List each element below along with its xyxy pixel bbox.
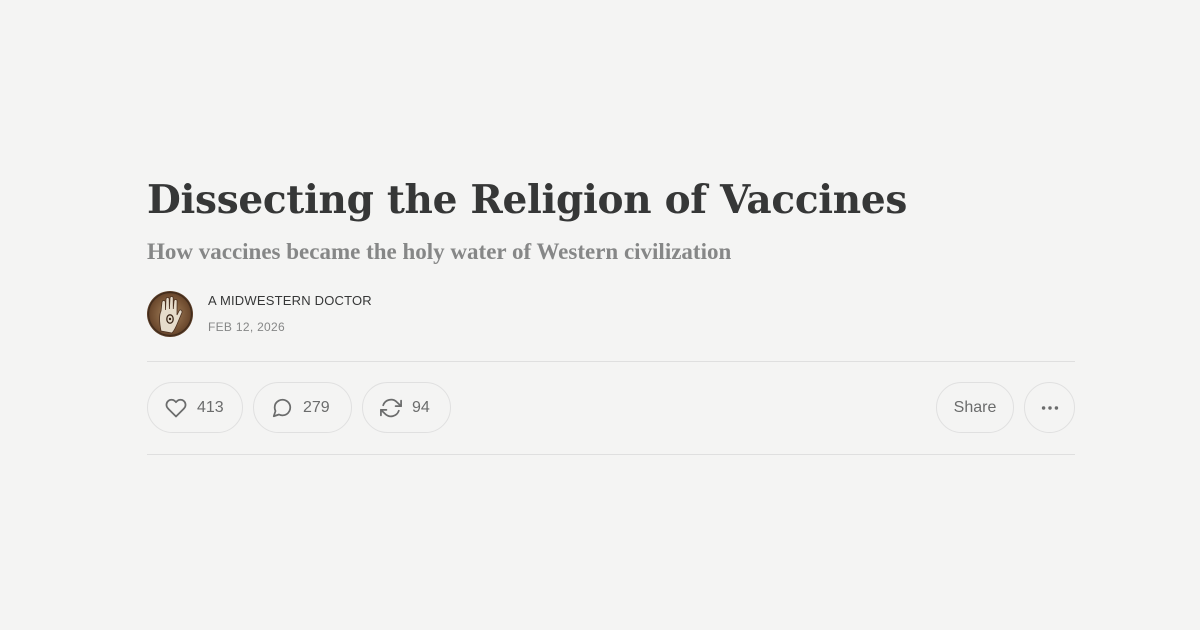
like-count: 413 [197, 398, 224, 416]
bottom-divider [147, 454, 1075, 455]
byline: A MIDWESTERN DOCTOR FEB 12, 2026 [147, 291, 1075, 337]
post-header: Dissecting the Religion of Vaccines How … [147, 176, 1075, 337]
post-actions-bar: 413 279 94 Share [147, 382, 1075, 433]
heart-icon [164, 396, 188, 420]
restack-arrows-icon [379, 396, 403, 420]
byline-text: A MIDWESTERN DOCTOR FEB 12, 2026 [208, 293, 372, 335]
comment-count: 279 [303, 398, 330, 416]
ellipsis-icon [1038, 396, 1062, 420]
hand-emblem-icon [147, 291, 193, 337]
restack-button[interactable]: 94 [362, 382, 451, 433]
speech-bubble-icon [270, 396, 294, 420]
like-button[interactable]: 413 [147, 382, 243, 433]
author-avatar[interactable] [147, 291, 193, 337]
author-name-link[interactable]: A MIDWESTERN DOCTOR [208, 293, 372, 309]
post-date: FEB 12, 2026 [208, 320, 285, 334]
comment-button[interactable]: 279 [253, 382, 352, 433]
share-label: Share [953, 398, 997, 416]
restack-count: 94 [412, 398, 430, 416]
top-divider [147, 361, 1075, 362]
post-title: Dissecting the Religion of Vaccines [147, 177, 908, 223]
post-subtitle: How vaccines became the holy water of We… [147, 239, 732, 264]
share-button[interactable]: Share [936, 382, 1014, 433]
more-options-button[interactable] [1024, 382, 1075, 433]
